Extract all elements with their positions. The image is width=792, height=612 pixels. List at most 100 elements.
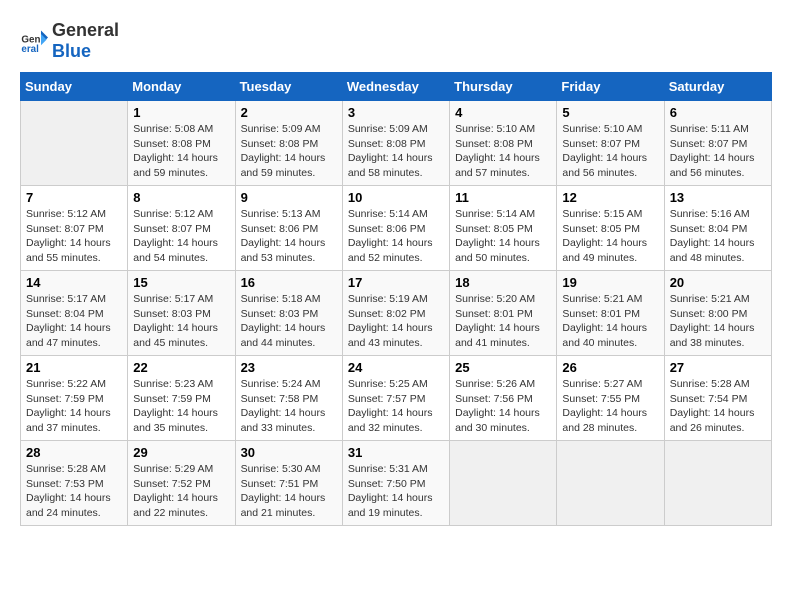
day-info: Sunrise: 5:29 AMSunset: 7:52 PMDaylight:… <box>133 462 229 521</box>
calendar-cell: 21 Sunrise: 5:22 AMSunset: 7:59 PMDayligh… <box>21 356 128 441</box>
day-number: 30 <box>241 445 337 460</box>
day-number: 17 <box>348 275 444 290</box>
day-info: Sunrise: 5:31 AMSunset: 7:50 PMDaylight:… <box>348 462 444 521</box>
day-info: Sunrise: 5:11 AMSunset: 8:07 PMDaylight:… <box>670 122 766 181</box>
calendar-cell: 4 Sunrise: 5:10 AMSunset: 8:08 PMDaylight… <box>450 101 557 186</box>
day-info: Sunrise: 5:23 AMSunset: 7:59 PMDaylight:… <box>133 377 229 436</box>
day-info: Sunrise: 5:10 AMSunset: 8:08 PMDaylight:… <box>455 122 551 181</box>
logo-icon: Gen eral <box>20 27 48 55</box>
day-info: Sunrise: 5:30 AMSunset: 7:51 PMDaylight:… <box>241 462 337 521</box>
day-number: 1 <box>133 105 229 120</box>
weekday-header: Sunday <box>21 73 128 101</box>
day-number: 28 <box>26 445 122 460</box>
day-info: Sunrise: 5:12 AMSunset: 8:07 PMDaylight:… <box>26 207 122 266</box>
day-info: Sunrise: 5:24 AMSunset: 7:58 PMDaylight:… <box>241 377 337 436</box>
day-info: Sunrise: 5:22 AMSunset: 7:59 PMDaylight:… <box>26 377 122 436</box>
day-number: 3 <box>348 105 444 120</box>
day-number: 27 <box>670 360 766 375</box>
calendar-cell: 5 Sunrise: 5:10 AMSunset: 8:07 PMDaylight… <box>557 101 664 186</box>
calendar-cell: 16 Sunrise: 5:18 AMSunset: 8:03 PMDayligh… <box>235 271 342 356</box>
calendar-week-row: 7 Sunrise: 5:12 AMSunset: 8:07 PMDaylight… <box>21 186 772 271</box>
day-number: 7 <box>26 190 122 205</box>
calendar-cell: 13 Sunrise: 5:16 AMSunset: 8:04 PMDayligh… <box>664 186 771 271</box>
day-number: 9 <box>241 190 337 205</box>
calendar-cell: 1 Sunrise: 5:08 AMSunset: 8:08 PMDaylight… <box>128 101 235 186</box>
calendar-cell: 19 Sunrise: 5:21 AMSunset: 8:01 PMDayligh… <box>557 271 664 356</box>
calendar-cell: 9 Sunrise: 5:13 AMSunset: 8:06 PMDaylight… <box>235 186 342 271</box>
day-number: 25 <box>455 360 551 375</box>
day-number: 16 <box>241 275 337 290</box>
day-number: 22 <box>133 360 229 375</box>
svg-text:eral: eral <box>21 44 39 55</box>
calendar-cell: 7 Sunrise: 5:12 AMSunset: 8:07 PMDaylight… <box>21 186 128 271</box>
logo: Gen eral General Blue <box>20 20 119 62</box>
day-info: Sunrise: 5:28 AMSunset: 7:53 PMDaylight:… <box>26 462 122 521</box>
calendar-cell <box>664 441 771 526</box>
day-info: Sunrise: 5:13 AMSunset: 8:06 PMDaylight:… <box>241 207 337 266</box>
page-header: Gen eral General Blue <box>20 20 772 62</box>
day-number: 21 <box>26 360 122 375</box>
day-info: Sunrise: 5:14 AMSunset: 8:06 PMDaylight:… <box>348 207 444 266</box>
day-number: 12 <box>562 190 658 205</box>
day-info: Sunrise: 5:16 AMSunset: 8:04 PMDaylight:… <box>670 207 766 266</box>
day-number: 23 <box>241 360 337 375</box>
calendar-cell: 15 Sunrise: 5:17 AMSunset: 8:03 PMDayligh… <box>128 271 235 356</box>
calendar-cell: 3Sunrise: 5:09 AMSunset: 8:08 PMDaylight… <box>342 101 449 186</box>
weekday-header: Thursday <box>450 73 557 101</box>
calendar-cell: 24Sunrise: 5:25 AMSunset: 7:57 PMDayligh… <box>342 356 449 441</box>
day-number: 10 <box>348 190 444 205</box>
calendar-cell: 10 Sunrise: 5:14 AMSunset: 8:06 PMDayligh… <box>342 186 449 271</box>
day-info: Sunrise: 5:21 AMSunset: 8:00 PMDaylight:… <box>670 292 766 351</box>
day-number: 29 <box>133 445 229 460</box>
day-number: 15 <box>133 275 229 290</box>
day-info: Sunrise: 5:15 AMSunset: 8:05 PMDaylight:… <box>562 207 658 266</box>
day-info: Sunrise: 5:12 AMSunset: 8:07 PMDaylight:… <box>133 207 229 266</box>
calendar-cell: 30 Sunrise: 5:30 AMSunset: 7:51 PMDayligh… <box>235 441 342 526</box>
day-info: Sunrise: 5:14 AMSunset: 8:05 PMDaylight:… <box>455 207 551 266</box>
weekday-header: Friday <box>557 73 664 101</box>
day-number: 26 <box>562 360 658 375</box>
day-info: Sunrise: 5:09 AMSunset: 8:08 PMDaylight:… <box>241 122 337 181</box>
day-info: Sunrise: 5:17 AMSunset: 8:03 PMDaylight:… <box>133 292 229 351</box>
day-number: 11 <box>455 190 551 205</box>
weekday-header: Tuesday <box>235 73 342 101</box>
day-number: 8 <box>133 190 229 205</box>
calendar-table: SundayMondayTuesdayWednesdayThursdayFrid… <box>20 72 772 526</box>
calendar-cell: 29 Sunrise: 5:29 AMSunset: 7:52 PMDayligh… <box>128 441 235 526</box>
day-number: 5 <box>562 105 658 120</box>
calendar-cell: 8 Sunrise: 5:12 AMSunset: 8:07 PMDaylight… <box>128 186 235 271</box>
day-info: Sunrise: 5:21 AMSunset: 8:01 PMDaylight:… <box>562 292 658 351</box>
day-info: Sunrise: 5:08 AMSunset: 8:08 PMDaylight:… <box>133 122 229 181</box>
day-number: 19 <box>562 275 658 290</box>
calendar-cell: 12 Sunrise: 5:15 AMSunset: 8:05 PMDayligh… <box>557 186 664 271</box>
day-info: Sunrise: 5:17 AMSunset: 8:04 PMDaylight:… <box>26 292 122 351</box>
calendar-cell: 28 Sunrise: 5:28 AMSunset: 7:53 PMDayligh… <box>21 441 128 526</box>
weekday-row: SundayMondayTuesdayWednesdayThursdayFrid… <box>21 73 772 101</box>
calendar-week-row: 28 Sunrise: 5:28 AMSunset: 7:53 PMDayligh… <box>21 441 772 526</box>
calendar-cell: 14Sunrise: 5:17 AMSunset: 8:04 PMDayligh… <box>21 271 128 356</box>
calendar-cell: 18Sunrise: 5:20 AMSunset: 8:01 PMDayligh… <box>450 271 557 356</box>
calendar-week-row: 1 Sunrise: 5:08 AMSunset: 8:08 PMDaylight… <box>21 101 772 186</box>
calendar-cell: 25 Sunrise: 5:26 AMSunset: 7:56 PMDayligh… <box>450 356 557 441</box>
day-info: Sunrise: 5:10 AMSunset: 8:07 PMDaylight:… <box>562 122 658 181</box>
calendar-cell: 17Sunrise: 5:19 AMSunset: 8:02 PMDayligh… <box>342 271 449 356</box>
day-number: 31 <box>348 445 444 460</box>
day-number: 2 <box>241 105 337 120</box>
calendar-cell <box>557 441 664 526</box>
day-number: 24 <box>348 360 444 375</box>
calendar-header: SundayMondayTuesdayWednesdayThursdayFrid… <box>21 73 772 101</box>
day-number: 4 <box>455 105 551 120</box>
calendar-cell: 11 Sunrise: 5:14 AMSunset: 8:05 PMDayligh… <box>450 186 557 271</box>
day-info: Sunrise: 5:18 AMSunset: 8:03 PMDaylight:… <box>241 292 337 351</box>
calendar-body: 1 Sunrise: 5:08 AMSunset: 8:08 PMDaylight… <box>21 101 772 526</box>
weekday-header: Saturday <box>664 73 771 101</box>
calendar-cell: 31 Sunrise: 5:31 AMSunset: 7:50 PMDayligh… <box>342 441 449 526</box>
calendar-cell: 2 Sunrise: 5:09 AMSunset: 8:08 PMDaylight… <box>235 101 342 186</box>
day-info: Sunrise: 5:26 AMSunset: 7:56 PMDaylight:… <box>455 377 551 436</box>
calendar-cell: 27Sunrise: 5:28 AMSunset: 7:54 PMDayligh… <box>664 356 771 441</box>
calendar-cell <box>21 101 128 186</box>
day-number: 13 <box>670 190 766 205</box>
day-info: Sunrise: 5:20 AMSunset: 8:01 PMDaylight:… <box>455 292 551 351</box>
day-number: 20 <box>670 275 766 290</box>
calendar-week-row: 14Sunrise: 5:17 AMSunset: 8:04 PMDayligh… <box>21 271 772 356</box>
